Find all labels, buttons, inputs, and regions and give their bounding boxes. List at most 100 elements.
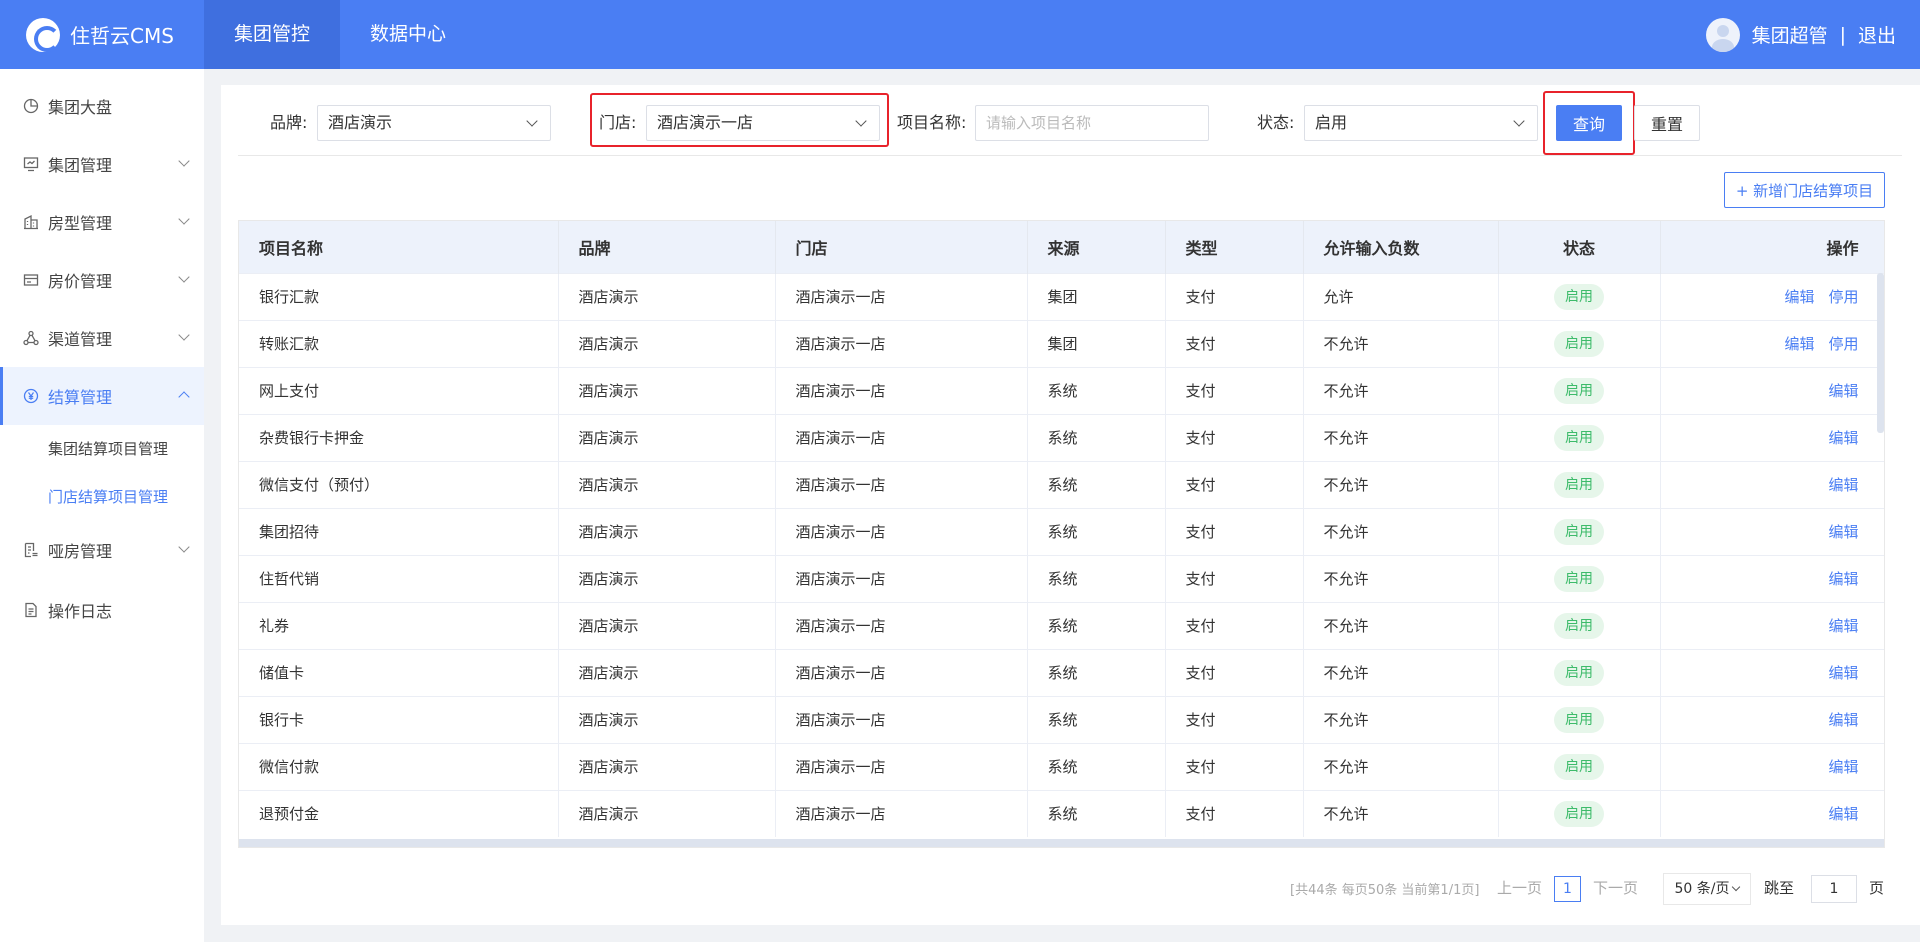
- cell-negative: 不允许: [1303, 366, 1499, 414]
- store-select-value: 酒店演示一店: [657, 113, 754, 132]
- edit-link[interactable]: 编辑: [1784, 335, 1814, 353]
- chevron-down-icon: [178, 213, 190, 225]
- logo[interactable]: 住哲云CMS: [0, 0, 204, 69]
- cell-negative: 不允许: [1303, 789, 1499, 837]
- store-select[interactable]: 酒店演示一店: [646, 105, 880, 141]
- cell-negative: 不允许: [1303, 648, 1499, 696]
- edit-link[interactable]: 编辑: [1828, 805, 1858, 823]
- col-header-status[interactable]: 状态: [1498, 221, 1661, 273]
- log-file-icon: [22, 601, 40, 619]
- cell-store: 酒店演示一店: [775, 366, 1028, 414]
- project-name-input[interactable]: [975, 105, 1209, 141]
- edit-link[interactable]: 编辑: [1828, 476, 1858, 494]
- edit-link[interactable]: 编辑: [1828, 570, 1858, 588]
- logo-icon: [26, 17, 60, 52]
- edit-link[interactable]: 编辑: [1828, 429, 1858, 447]
- table-row: 住哲代销 酒店演示 酒店演示一店 系统 支付 不允许 启用 编辑: [239, 554, 1884, 602]
- cell-status: 启用: [1498, 460, 1661, 508]
- cell-store: 酒店演示一店: [775, 601, 1028, 649]
- table-row: 银行卡 酒店演示 酒店演示一店 系统 支付 不允许 启用 编辑: [239, 695, 1884, 743]
- cell-actions: 编辑 停用: [1660, 272, 1884, 320]
- cell-status: 启用: [1498, 742, 1661, 790]
- col-header-name[interactable]: 项目名称: [239, 221, 559, 273]
- col-header-source[interactable]: 来源: [1027, 221, 1166, 273]
- edit-link[interactable]: 编辑: [1784, 288, 1814, 306]
- top-nav-group-control[interactable]: 集团管控: [204, 0, 341, 69]
- add-store-settlement-button[interactable]: + 新增门店结算项目: [1724, 172, 1885, 208]
- cell-source: 系统: [1027, 366, 1166, 414]
- disable-link[interactable]: 停用: [1828, 288, 1858, 306]
- cell-name: 集团招待: [239, 507, 559, 555]
- jump-page-input[interactable]: 1: [1811, 875, 1857, 903]
- top-nav-data-center[interactable]: 数据中心: [340, 0, 476, 69]
- project-name-label: 项目名称:: [897, 113, 967, 132]
- table-row: 杂费银行卡押金 酒店演示 酒店演示一店 系统 支付 不允许 启用 编辑: [239, 413, 1884, 461]
- edit-link[interactable]: 编辑: [1828, 617, 1858, 635]
- cell-name: 银行卡: [239, 695, 559, 743]
- col-header-negative[interactable]: 允许输入负数: [1303, 221, 1499, 273]
- cell-type: 支付: [1165, 507, 1304, 555]
- sidebar-item-room-type[interactable]: 房型管理: [0, 193, 204, 251]
- query-button[interactable]: 查询: [1556, 105, 1622, 141]
- cell-type: 支付: [1165, 319, 1304, 367]
- sidebar-item-room-price[interactable]: 房价管理: [0, 251, 204, 309]
- status-select[interactable]: 启用: [1304, 105, 1538, 141]
- status-badge: 启用: [1554, 753, 1604, 780]
- page-number-current[interactable]: 1: [1554, 876, 1581, 902]
- edit-link[interactable]: 编辑: [1828, 382, 1858, 400]
- sidebar-item-dummy-room[interactable]: 哑房管理: [0, 521, 204, 579]
- cell-negative: 不允许: [1303, 742, 1499, 790]
- edit-link[interactable]: 编辑: [1828, 758, 1858, 776]
- col-header-store[interactable]: 门店: [775, 221, 1028, 273]
- cell-type: 支付: [1165, 742, 1304, 790]
- vertical-scrollbar[interactable]: [1877, 273, 1884, 433]
- sidebar-item-group-management[interactable]: 集团管理: [0, 135, 204, 193]
- table-row: 微信支付（预付） 酒店演示 酒店演示一店 系统 支付 不允许 启用 编辑: [239, 460, 1884, 508]
- cell-source: 系统: [1027, 507, 1166, 555]
- brand-select[interactable]: 酒店演示: [317, 105, 551, 141]
- avatar[interactable]: [1705, 17, 1740, 52]
- user-area: 集团超管 | 退出: [1705, 17, 1920, 52]
- edit-link[interactable]: 编辑: [1828, 523, 1858, 541]
- user-name[interactable]: 集团超管: [1752, 21, 1828, 48]
- cell-status: 启用: [1498, 319, 1661, 367]
- sidebar-item-group-dashboard[interactable]: 集团大盘: [0, 77, 204, 135]
- col-header-type[interactable]: 类型: [1165, 221, 1304, 273]
- horizontal-scrollbar[interactable]: [239, 839, 1884, 847]
- prev-page-button[interactable]: 上一页: [1497, 877, 1542, 898]
- cell-actions: 编辑: [1660, 695, 1884, 743]
- cell-status: 启用: [1498, 695, 1661, 743]
- filter-bar: 品牌: 酒店演示 门店: 酒店演示一店 项目名称: 状态: 启用 查询 重置: [221, 85, 1920, 157]
- reset-button[interactable]: 重置: [1634, 105, 1700, 141]
- sidebar-item-settlement[interactable]: 结算管理: [0, 367, 204, 425]
- cell-negative: 不允许: [1303, 601, 1499, 649]
- sidebar-item-operation-log[interactable]: 操作日志: [0, 581, 204, 639]
- cell-actions: 编辑: [1660, 460, 1884, 508]
- logout-link[interactable]: 退出: [1858, 21, 1896, 48]
- disable-link[interactable]: 停用: [1828, 335, 1858, 353]
- cell-store: 酒店演示一店: [775, 742, 1028, 790]
- chevron-down-icon: [855, 115, 867, 127]
- cell-type: 支付: [1165, 413, 1304, 461]
- sidebar-item-label: 结算管理: [48, 388, 113, 407]
- page-size-select[interactable]: 50 条/页: [1663, 873, 1751, 905]
- edit-link[interactable]: 编辑: [1828, 711, 1858, 729]
- sidebar-subitem-store-settlement[interactable]: 门店结算项目管理: [0, 473, 204, 521]
- sidebar-item-label: 房价管理: [48, 272, 113, 291]
- cell-name: 转账汇款: [239, 319, 559, 367]
- cell-name: 杂费银行卡押金: [239, 413, 559, 461]
- cell-brand: 酒店演示: [558, 319, 776, 367]
- cell-actions: 编辑: [1660, 554, 1884, 602]
- cell-store: 酒店演示一店: [775, 554, 1028, 602]
- chevron-down-icon: [178, 541, 190, 553]
- sidebar-subitem-group-settlement[interactable]: 集团结算项目管理: [0, 425, 204, 473]
- cell-store: 酒店演示一店: [775, 648, 1028, 696]
- col-header-brand[interactable]: 品牌: [558, 221, 776, 273]
- col-header-actions[interactable]: 操作: [1660, 221, 1884, 273]
- next-page-button[interactable]: 下一页: [1593, 877, 1638, 898]
- cell-store: 酒店演示一店: [775, 413, 1028, 461]
- cell-store: 酒店演示一店: [775, 507, 1028, 555]
- sidebar-item-channel[interactable]: 渠道管理: [0, 309, 204, 367]
- edit-link[interactable]: 编辑: [1828, 664, 1858, 682]
- cell-name: 微信支付（预付）: [239, 460, 559, 508]
